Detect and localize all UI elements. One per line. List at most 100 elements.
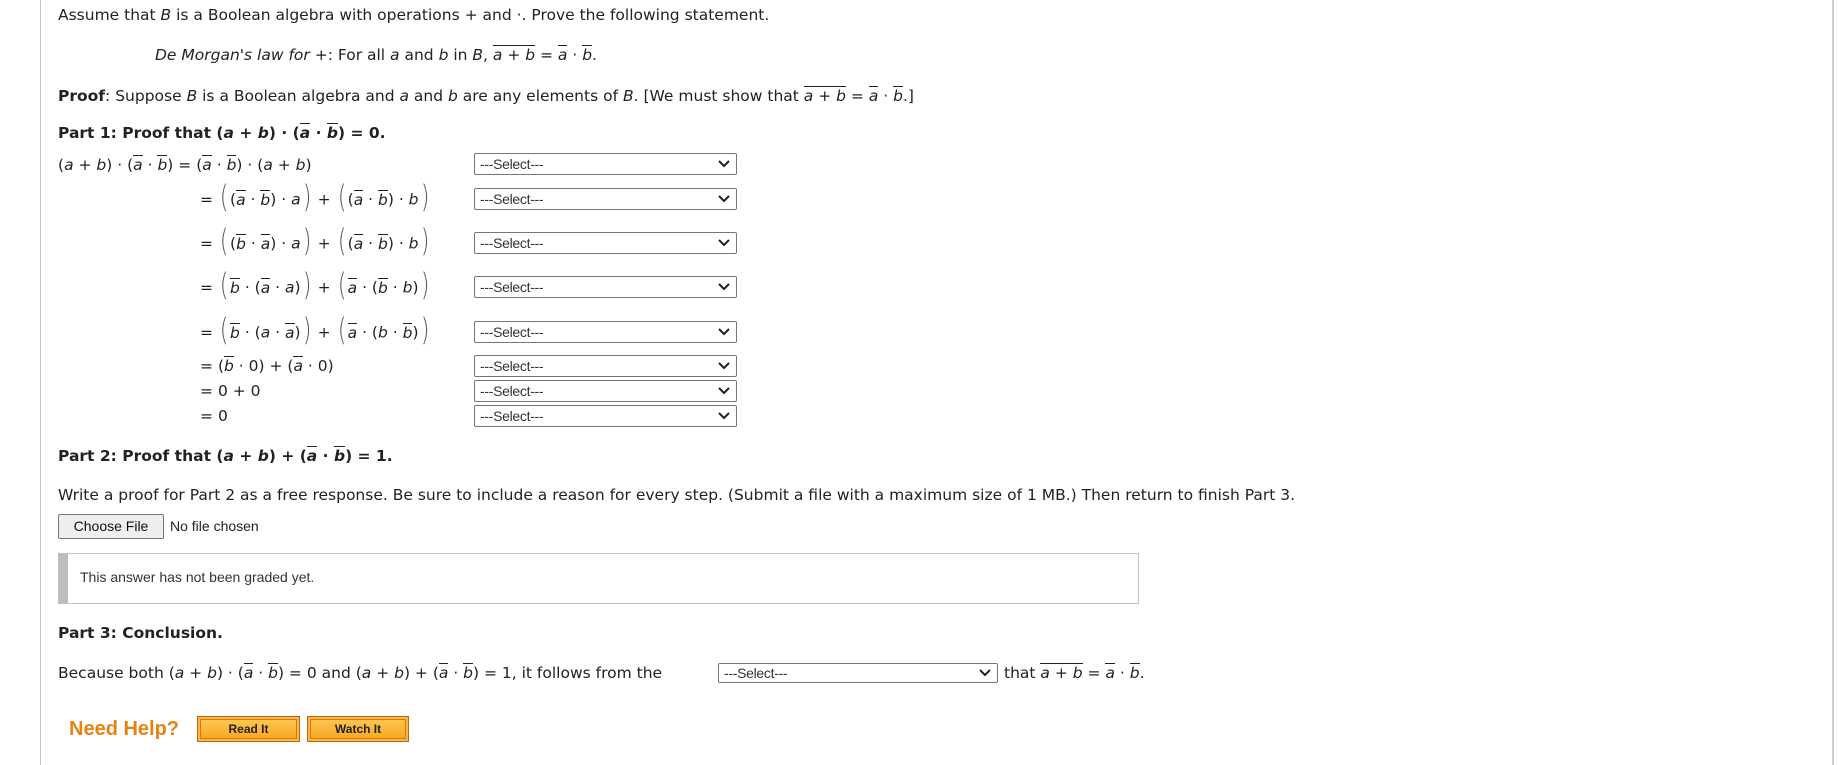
math-token: · xyxy=(357,278,372,297)
step-5-reason-select[interactable]: ---Select--- xyxy=(474,321,737,343)
proof-text: .] xyxy=(902,87,914,105)
math-token: a xyxy=(291,190,301,209)
equals-sign: = xyxy=(845,87,869,105)
math-token: ) xyxy=(302,223,311,259)
chevron-down-icon xyxy=(718,387,730,395)
step-2-reason-select[interactable]: ---Select--- xyxy=(474,188,737,210)
math-token: ( xyxy=(337,223,346,259)
math-token: b xyxy=(260,189,271,209)
step-1-reason-select[interactable]: ---Select--- xyxy=(474,153,737,175)
heading-text: : Conclusion. xyxy=(110,624,223,642)
math-token: = xyxy=(200,357,213,375)
math-token: ---Select--- xyxy=(480,235,544,251)
plus-sign: + xyxy=(309,46,328,64)
math-token: ---Select--- xyxy=(480,358,544,374)
math-token: · xyxy=(448,664,464,682)
conclusion-text: . xyxy=(1139,664,1145,682)
math-token: ( xyxy=(219,312,229,348)
statement-text: , xyxy=(483,46,493,64)
math-token: 0 + 0 xyxy=(217,382,261,400)
proof-step-6-expression: = (b · 0) + (a · 0) xyxy=(200,356,334,376)
complement-a-plus-b: a + b xyxy=(1040,663,1083,682)
math-token: b xyxy=(96,156,107,174)
math-token: · xyxy=(239,323,255,342)
math-token: b xyxy=(408,190,419,209)
math-token: a xyxy=(260,233,271,253)
math-token: ---Select--- xyxy=(480,383,544,399)
heading-text: : Proof that ( xyxy=(110,447,224,465)
math-token: = xyxy=(200,407,213,425)
watch-it-button[interactable]: Watch It xyxy=(307,716,409,742)
part3-heading: Part 3: Conclusion. xyxy=(58,623,223,643)
heading-text: ) = 1. xyxy=(345,447,393,465)
conclusion-sentence: Because both (a + b) · (a · b) = 0 and (… xyxy=(58,663,662,683)
law-name: De Morgan's law for xyxy=(155,46,310,64)
chevron-down-icon xyxy=(718,328,730,336)
chevron-down-icon xyxy=(718,239,730,247)
grading-status-box: This answer has not been graded yet. xyxy=(58,553,1139,604)
step-3-reason-select[interactable]: ---Select--- xyxy=(474,232,737,254)
math-token: a xyxy=(174,664,185,682)
var-a: a xyxy=(390,46,400,64)
a-complement: a xyxy=(868,86,879,105)
math-token: b xyxy=(157,155,168,174)
a-complement: a xyxy=(306,446,318,465)
math-token: a xyxy=(236,189,246,209)
proof-step-8-expression: = 0 xyxy=(200,406,228,426)
read-it-button[interactable]: Read It xyxy=(197,716,300,742)
math-token: · xyxy=(393,190,409,209)
math-token: ( xyxy=(337,267,346,303)
math-token: ) xyxy=(412,278,419,297)
conclusion-tail: that a + b = a · b. xyxy=(1004,663,1145,683)
step-8-reason-select[interactable]: ---Select--- xyxy=(474,405,737,427)
part2-heading: Part 2: Proof that (a + b) + (a · b) = 1… xyxy=(58,446,393,466)
theorem-statement: De Morgan's law for +: For all a and b i… xyxy=(155,45,597,65)
math-token: · xyxy=(270,323,286,342)
math-token: a xyxy=(285,278,295,297)
math-token: a xyxy=(260,323,271,342)
math-token: ) = 0 and ( xyxy=(277,664,362,682)
choose-file-button[interactable]: Choose File xyxy=(58,514,164,539)
math-token: a xyxy=(243,663,254,682)
math-token: ( xyxy=(219,223,229,259)
b-complement: b xyxy=(333,446,346,465)
math-token: b xyxy=(377,277,388,297)
math-token: = xyxy=(200,382,213,400)
chevron-down-icon xyxy=(979,669,991,677)
math-token: ) xyxy=(420,267,429,303)
proof-text: is a Boolean algebra and xyxy=(197,87,400,105)
complement-a-plus-b: a + b xyxy=(803,86,846,105)
math-token: 0 xyxy=(317,357,328,375)
math-token: · xyxy=(253,664,269,682)
math-token: · xyxy=(245,190,261,209)
math-token: b xyxy=(394,664,404,682)
plus-sign: + xyxy=(233,447,258,465)
intro-part: is a Boolean algebra with operations + a… xyxy=(171,6,770,24)
chevron-down-icon xyxy=(718,195,730,203)
step-6-reason-select[interactable]: ---Select--- xyxy=(474,355,737,377)
math-token: a xyxy=(285,322,295,342)
dot-op: · xyxy=(1114,664,1130,682)
math-token: · xyxy=(357,323,372,342)
math-token: a xyxy=(438,663,449,682)
dot-op: · xyxy=(567,46,583,64)
step-4-reason-select[interactable]: ---Select--- xyxy=(474,276,737,298)
chevron-down-icon xyxy=(718,412,730,420)
math-token: = xyxy=(200,323,213,342)
conclusion-reason-select[interactable]: ---Select--- xyxy=(718,663,998,683)
math-token: + xyxy=(312,278,336,297)
var-B: B xyxy=(622,87,634,105)
var-a: a xyxy=(399,87,409,105)
proof-label: Proof xyxy=(58,87,106,105)
proof-step-3-expression: = ((b · a) · a) + ((a · b) · b) xyxy=(200,226,431,257)
need-help-label: Need Help? xyxy=(69,718,180,740)
math-token: a xyxy=(291,234,301,253)
b-complement: b xyxy=(582,45,593,64)
math-token: a xyxy=(353,233,364,253)
math-token: b xyxy=(463,663,474,682)
math-token: a xyxy=(263,156,273,174)
math-token: ( xyxy=(337,179,346,215)
step-7-reason-select[interactable]: ---Select--- xyxy=(474,380,737,402)
proof-text: are any elements of xyxy=(457,87,623,105)
math-token: + xyxy=(371,664,395,682)
